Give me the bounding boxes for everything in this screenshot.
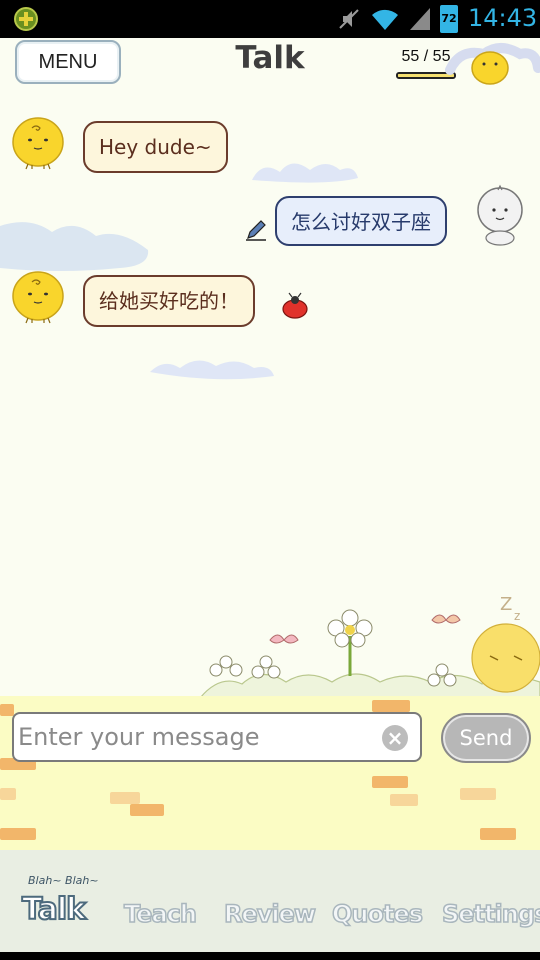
tab-review[interactable]: Review xyxy=(223,899,317,929)
menu-button[interactable]: MENU xyxy=(15,40,121,84)
blah-caption: Blah~ Blah~ xyxy=(28,874,99,887)
bot-message-bubble: Hey dude~ xyxy=(83,121,228,173)
pencil-icon[interactable] xyxy=(244,218,268,242)
header-chick-icon xyxy=(445,43,540,85)
send-button[interactable]: Send xyxy=(441,713,531,763)
mute-icon xyxy=(339,9,359,29)
svg-text:Z: Z xyxy=(500,596,512,615)
tab-teach[interactable]: Teach xyxy=(123,899,197,929)
app-notification-icon xyxy=(14,7,38,31)
ladybug-icon[interactable] xyxy=(280,292,310,320)
message-input[interactable] xyxy=(18,718,378,756)
message-input-container: × xyxy=(12,712,422,762)
bot-message-bubble: 给她买好吃的！ xyxy=(83,275,255,327)
cloud-decoration xyxy=(252,163,358,183)
tab-settings[interactable]: Settings xyxy=(441,899,540,929)
clock: 14:43 xyxy=(468,4,538,32)
user-message-bubble: 怎么讨好双子座 xyxy=(275,196,447,246)
bot-avatar xyxy=(12,271,64,324)
svg-text:z: z xyxy=(514,609,520,623)
tab-quotes[interactable]: Quotes xyxy=(331,899,424,929)
cloud-decoration xyxy=(0,222,149,271)
bottom-tab-bar: Blah~ Blah~ Talk Teach Review Quotes Set… xyxy=(0,850,540,952)
status-bar: 72 14:43 xyxy=(0,0,540,38)
system-nav-bar xyxy=(0,952,540,960)
user-avatar xyxy=(477,184,523,246)
meadow-decoration: Z z xyxy=(200,596,540,698)
signal-icon xyxy=(410,8,430,30)
page-title: Talk xyxy=(235,40,305,76)
tab-talk[interactable]: Talk xyxy=(21,891,87,928)
wifi-icon xyxy=(372,9,398,30)
bot-avatar xyxy=(12,117,64,170)
clear-input-icon[interactable]: × xyxy=(382,725,408,751)
battery-icon: 72 xyxy=(440,5,458,33)
cloud-decoration xyxy=(150,360,274,380)
